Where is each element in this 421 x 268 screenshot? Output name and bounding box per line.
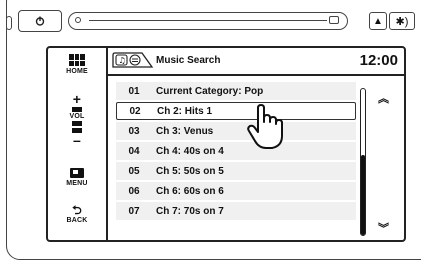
back-button[interactable]: ⮌ BACK xyxy=(48,204,106,224)
list-item-number: 01 xyxy=(128,85,140,97)
screen-title: Music Search xyxy=(156,55,221,66)
scrollbar[interactable] xyxy=(360,88,366,236)
power-button[interactable] xyxy=(18,10,62,32)
list-item-label: Ch 5: 50s on 5 xyxy=(156,165,224,177)
slot-left-indicator xyxy=(75,17,81,23)
left-knob[interactable] xyxy=(6,16,12,30)
volume-control: + VOL – xyxy=(48,92,106,147)
scroll-down-icon[interactable]: ︾ xyxy=(378,220,389,236)
home-icon xyxy=(69,54,85,66)
list-item[interactable]: 04 Ch 4: 40s on 4 xyxy=(116,142,356,160)
back-label: BACK xyxy=(66,217,88,224)
list-item-number: 02 xyxy=(129,105,141,117)
hand-cursor-icon xyxy=(247,104,283,149)
display-screen: HOME + VOL – MENU ⮌ BACK ♫ Music Search … xyxy=(46,46,406,242)
list-item-selected[interactable]: 02 Ch 2: Hits 1 xyxy=(116,102,356,120)
eject-button[interactable]: ▲ xyxy=(369,12,387,30)
left-rail: HOME + VOL – MENU ⮌ BACK xyxy=(48,48,108,240)
list-item-label: Ch 6: 60s on 6 xyxy=(156,185,224,197)
home-label: HOME xyxy=(66,68,88,75)
top-control-bar: ▲ ✱) xyxy=(0,0,421,40)
volume-bar-icon xyxy=(72,107,82,112)
menu-label: MENU xyxy=(66,180,88,187)
list-item[interactable]: 01 Current Category: Pop xyxy=(116,82,356,100)
bluetooth-button[interactable]: ✱) xyxy=(389,12,415,30)
list-item[interactable]: 06 Ch 6: 60s on 6 xyxy=(116,182,356,200)
slot-right-indicator xyxy=(329,16,339,24)
menu-icon xyxy=(70,168,84,178)
volume-down-button[interactable]: – xyxy=(73,133,81,147)
volume-label: VOL xyxy=(69,113,85,120)
screen-header: ♫ Music Search 12:00 xyxy=(108,48,404,76)
home-button[interactable]: HOME xyxy=(48,54,106,75)
eject-icon: ▲ xyxy=(373,15,383,27)
power-icon xyxy=(35,16,45,26)
list-item-label: Current Category: Pop xyxy=(156,85,264,97)
back-arrow-icon: ⮌ xyxy=(72,203,82,217)
list-item[interactable]: 07 Ch 7: 70s on 7 xyxy=(116,202,356,220)
music-source-tab[interactable]: ♫ xyxy=(112,52,154,68)
channel-list: 01 Current Category: Pop 02 Ch 2: Hits 1… xyxy=(116,82,356,222)
list-item-number: 06 xyxy=(128,185,140,197)
list-item-number: 03 xyxy=(128,125,140,137)
list-item-label: Ch 7: 70s on 7 xyxy=(156,205,224,217)
clock: 12:00 xyxy=(359,52,398,69)
list-item[interactable]: 05 Ch 5: 50s on 5 xyxy=(116,162,356,180)
volume-up-button[interactable]: + xyxy=(73,92,81,106)
slot-opening xyxy=(89,20,327,23)
disc-slot xyxy=(68,12,348,30)
svg-text:♫: ♫ xyxy=(119,56,126,65)
scroll-up-icon[interactable]: ︽ xyxy=(378,90,389,106)
list-item-number: 04 xyxy=(128,145,140,157)
list-item[interactable]: 03 Ch 3: Venus xyxy=(116,122,356,140)
bluetooth-icon: ✱) xyxy=(395,15,409,28)
scrollbar-thumb[interactable] xyxy=(361,154,365,235)
volume-bar-icon xyxy=(72,121,82,126)
menu-button[interactable]: MENU xyxy=(48,168,106,187)
list-item-number: 07 xyxy=(128,205,140,217)
list-item-number: 05 xyxy=(128,165,140,177)
